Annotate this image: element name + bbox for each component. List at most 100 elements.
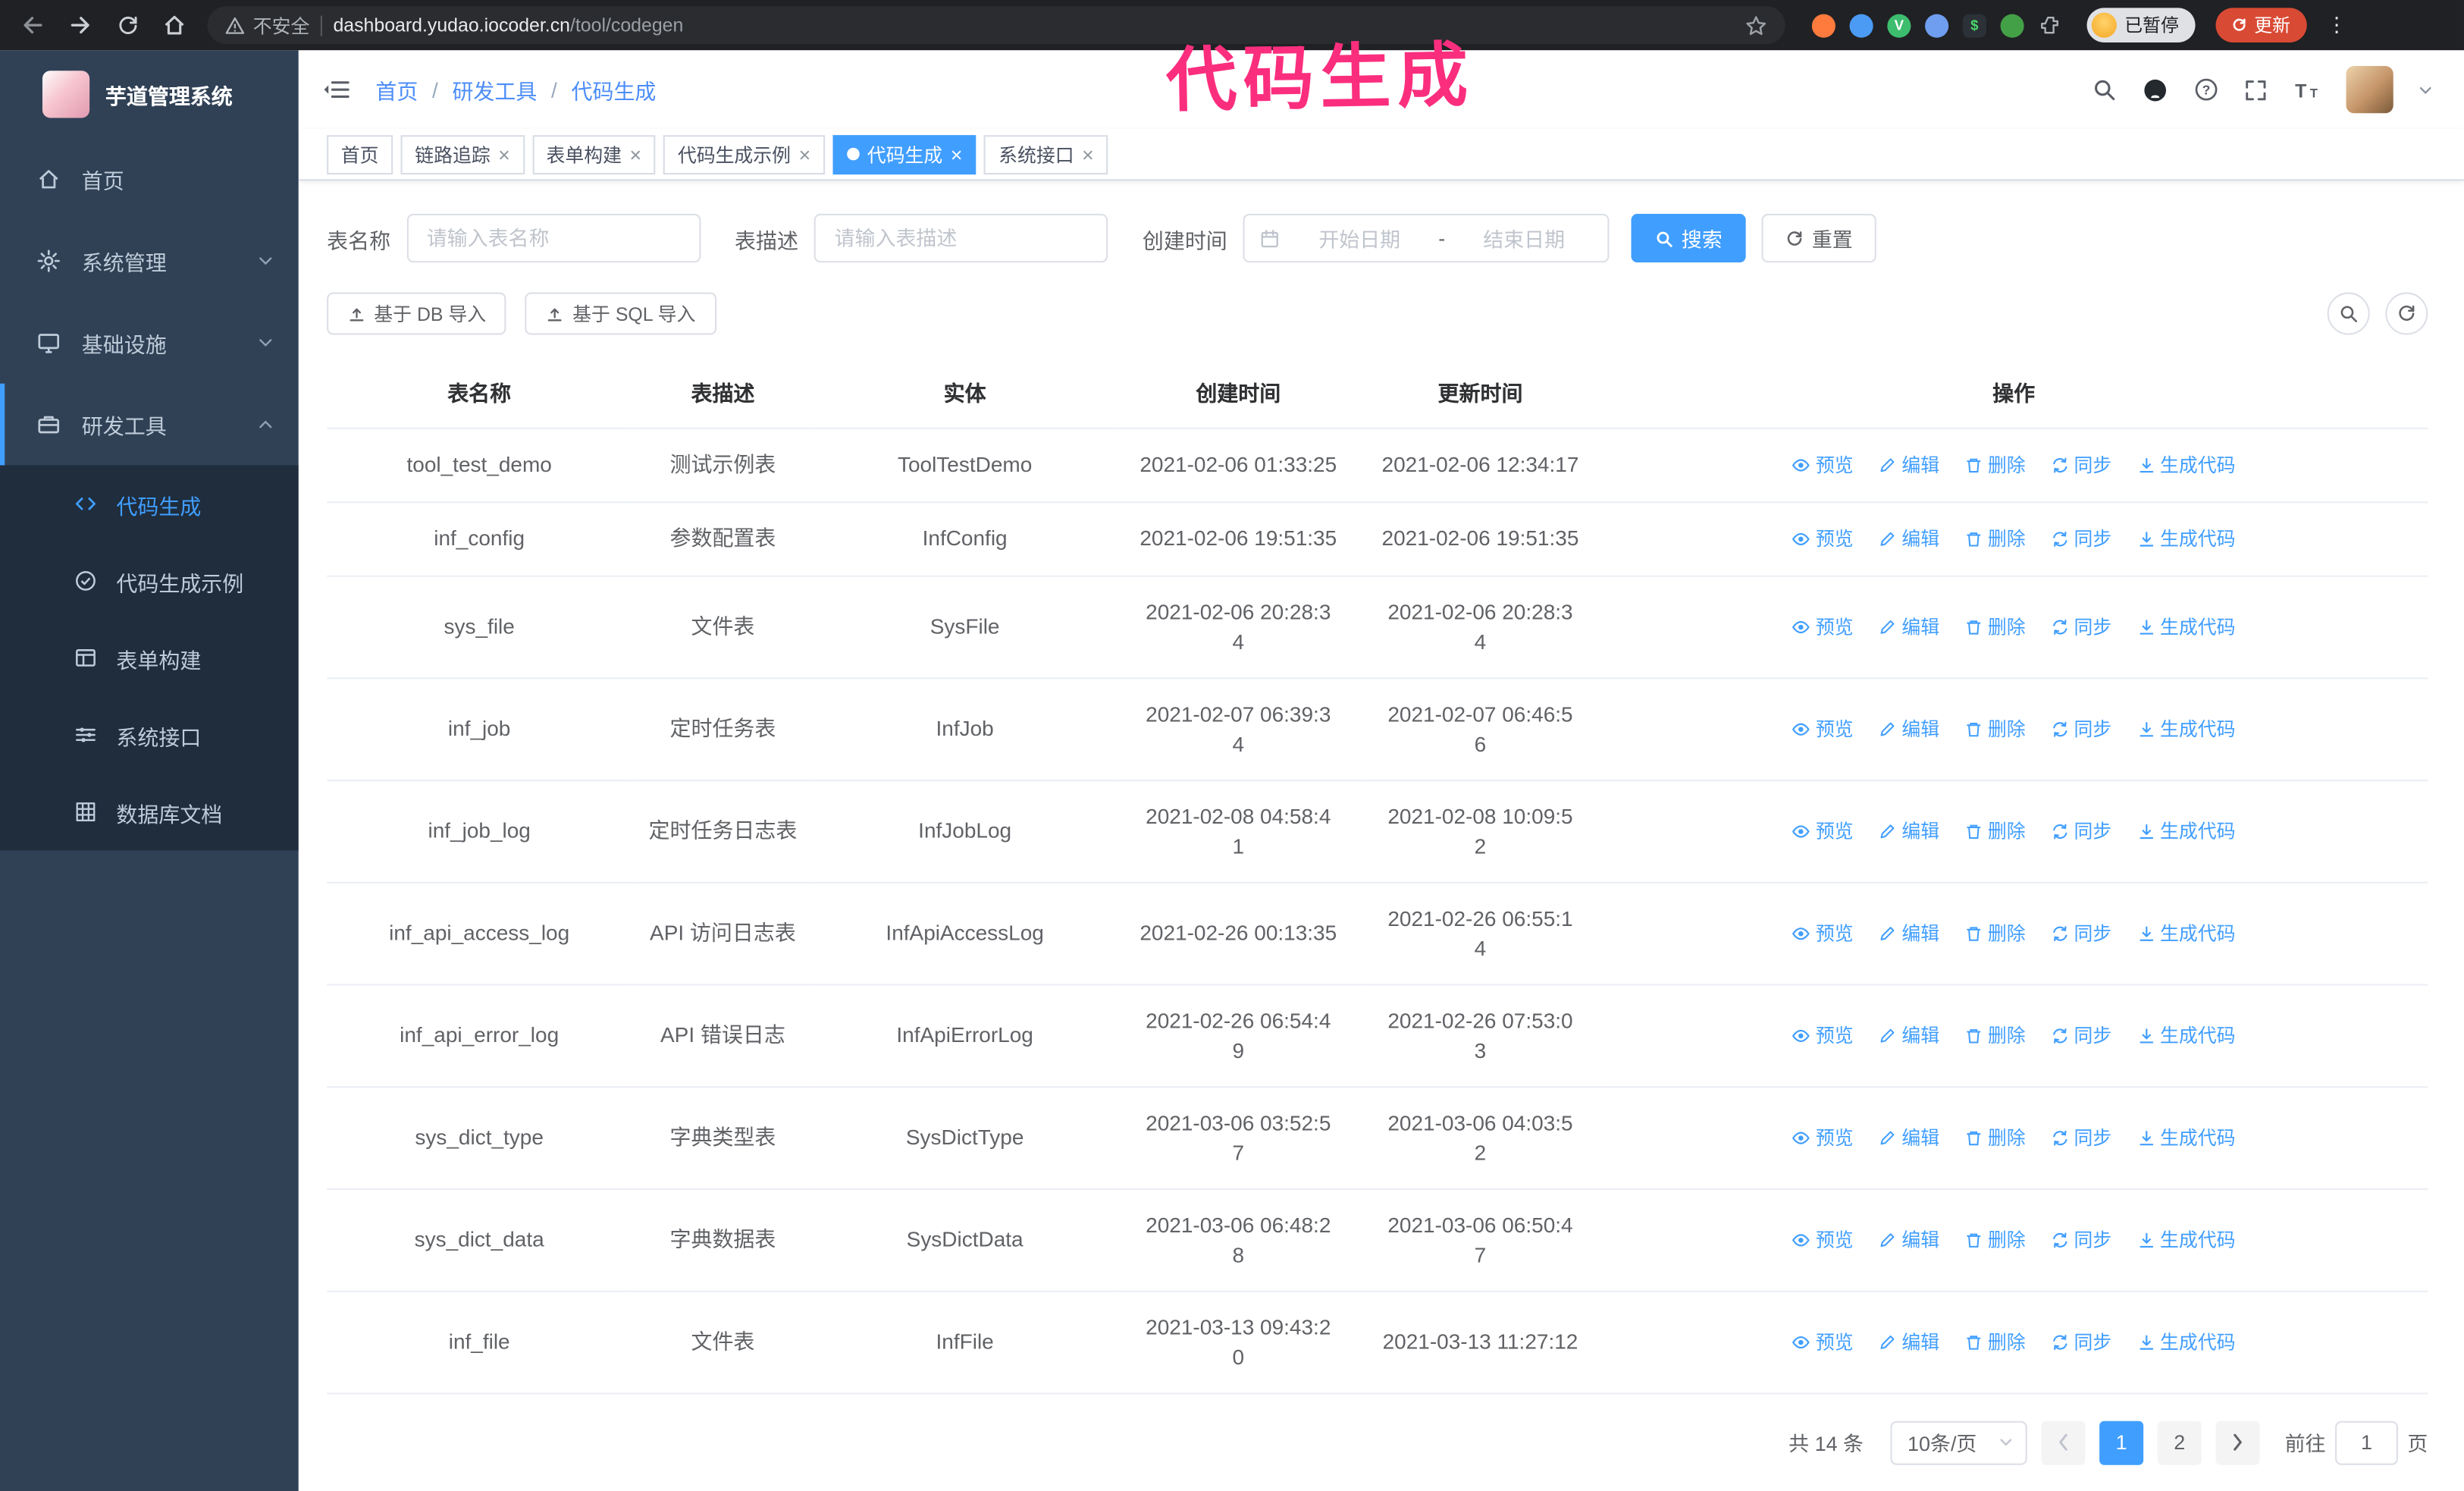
extension-icon[interactable]: V: [1887, 13, 1911, 37]
tab-form-builder[interactable]: 表单构建 ×: [531, 134, 656, 174]
address-bar[interactable]: 不安全 dashboard.yudao.iocoder.cn/tool/code…: [207, 6, 1785, 45]
extensions-puzzle-icon[interactable]: [2038, 14, 2061, 37]
toggle-search-button[interactable]: [2327, 292, 2370, 335]
preview-link[interactable]: 预览: [1792, 1022, 1854, 1051]
font-size-icon[interactable]: TT: [2293, 78, 2321, 102]
generate-code-link[interactable]: 生成代码: [2136, 817, 2236, 846]
preview-link[interactable]: 预览: [1792, 525, 1854, 554]
edit-link[interactable]: 编辑: [1878, 715, 1939, 745]
goto-page-input[interactable]: [2334, 1420, 2398, 1465]
table-desc-input[interactable]: [813, 213, 1108, 263]
delete-link[interactable]: 删除: [1964, 451, 2026, 481]
refresh-table-button[interactable]: [2385, 292, 2428, 335]
generate-code-link[interactable]: 生成代码: [2136, 1328, 2236, 1358]
generate-code-link[interactable]: 生成代码: [2136, 525, 2236, 554]
sync-link[interactable]: 同步: [2050, 613, 2111, 642]
generate-code-link[interactable]: 生成代码: [2136, 715, 2236, 745]
github-icon[interactable]: [2142, 77, 2168, 103]
next-page-button[interactable]: [2215, 1420, 2260, 1465]
page-button-1[interactable]: 1: [2099, 1420, 2144, 1465]
preview-link[interactable]: 预览: [1792, 613, 1854, 642]
close-icon[interactable]: ×: [498, 144, 510, 165]
tab-codegen[interactable]: 代码生成 ×: [832, 134, 977, 174]
edit-link[interactable]: 编辑: [1878, 525, 1939, 554]
tab-home[interactable]: 首页: [327, 134, 393, 174]
close-icon[interactable]: ×: [951, 144, 963, 165]
preview-link[interactable]: 预览: [1792, 715, 1854, 745]
sidebar-item-devtools[interactable]: 研发工具: [0, 383, 299, 466]
generate-code-link[interactable]: 生成代码: [2136, 919, 2236, 949]
sync-link[interactable]: 同步: [2050, 451, 2111, 481]
extension-icon[interactable]: [2000, 13, 2024, 37]
delete-link[interactable]: 删除: [1964, 919, 2026, 949]
edit-link[interactable]: 编辑: [1878, 613, 1939, 642]
sidebar-item-home[interactable]: 首页: [0, 138, 299, 220]
generate-code-link[interactable]: 生成代码: [2136, 613, 2236, 642]
sync-link[interactable]: 同步: [2050, 1328, 2111, 1358]
browser-home-icon[interactable]: [154, 5, 195, 46]
search-icon[interactable]: [2092, 77, 2117, 102]
browser-back-icon[interactable]: [13, 5, 54, 46]
sync-link[interactable]: 同步: [2050, 1022, 2111, 1051]
preview-link[interactable]: 预览: [1792, 919, 1854, 949]
reset-button[interactable]: 重置: [1761, 213, 1876, 263]
extension-icon[interactable]: [1925, 13, 1949, 37]
sync-link[interactable]: 同步: [2050, 919, 2111, 949]
extension-icon[interactable]: [1849, 13, 1873, 37]
preview-link[interactable]: 预览: [1792, 1124, 1854, 1154]
browser-forward-icon[interactable]: [60, 5, 101, 46]
preview-link[interactable]: 预览: [1792, 451, 1854, 481]
profile-chip[interactable]: 已暂停: [2086, 8, 2195, 42]
delete-link[interactable]: 删除: [1964, 1124, 2026, 1154]
delete-link[interactable]: 删除: [1964, 817, 2026, 846]
edit-link[interactable]: 编辑: [1878, 1328, 1939, 1358]
bookmark-star-icon[interactable]: [1745, 14, 1768, 37]
sync-link[interactable]: 同步: [2050, 1226, 2111, 1255]
browser-menu-icon[interactable]: ⋮: [2327, 13, 2347, 38]
page-button-2[interactable]: 2: [2157, 1420, 2202, 1465]
preview-link[interactable]: 预览: [1792, 1328, 1854, 1358]
date-range-picker[interactable]: 开始日期 - 结束日期: [1243, 213, 1610, 263]
delete-link[interactable]: 删除: [1964, 1022, 2026, 1051]
tab-api[interactable]: 系统接口 ×: [984, 134, 1108, 174]
edit-link[interactable]: 编辑: [1878, 919, 1939, 949]
sync-link[interactable]: 同步: [2050, 525, 2111, 554]
table-name-input[interactable]: [406, 213, 701, 263]
extension-icon[interactable]: $: [1962, 13, 1986, 37]
delete-link[interactable]: 删除: [1964, 1328, 2026, 1358]
edit-link[interactable]: 编辑: [1878, 817, 1939, 846]
search-button[interactable]: 搜索: [1631, 213, 1746, 263]
fullscreen-icon[interactable]: [2244, 78, 2268, 102]
close-icon[interactable]: ×: [629, 144, 641, 165]
generate-code-link[interactable]: 生成代码: [2136, 1226, 2236, 1255]
close-icon[interactable]: ×: [1082, 144, 1094, 165]
sidebar-item-codegen[interactable]: 代码生成: [0, 466, 299, 543]
edit-link[interactable]: 编辑: [1878, 1124, 1939, 1154]
page-size-select[interactable]: 10条/页: [1890, 1420, 2027, 1465]
delete-link[interactable]: 删除: [1964, 1226, 2026, 1255]
edit-link[interactable]: 编辑: [1878, 451, 1939, 481]
import-sql-button[interactable]: 基于 SQL 导入: [525, 292, 716, 335]
sidebar-item-db-doc[interactable]: 数据库文档: [0, 774, 299, 851]
sidebar-item-system[interactable]: 系统管理: [0, 220, 299, 302]
extension-icon[interactable]: [1811, 13, 1835, 37]
delete-link[interactable]: 删除: [1964, 715, 2026, 745]
avatar-caret-icon[interactable]: [2419, 84, 2433, 96]
sync-link[interactable]: 同步: [2050, 1124, 2111, 1154]
edit-link[interactable]: 编辑: [1878, 1022, 1939, 1051]
security-warning[interactable]: 不安全: [224, 12, 309, 39]
generate-code-link[interactable]: 生成代码: [2136, 451, 2236, 481]
help-icon[interactable]: ?: [2193, 77, 2218, 102]
sidebar-toggle-icon[interactable]: [322, 77, 350, 102]
prev-page-button[interactable]: [2041, 1420, 2086, 1465]
preview-link[interactable]: 预览: [1792, 817, 1854, 846]
sidebar-item-codegen-example[interactable]: 代码生成示例: [0, 542, 299, 620]
preview-link[interactable]: 预览: [1792, 1226, 1854, 1255]
update-button[interactable]: 更新: [2215, 8, 2306, 42]
generate-code-link[interactable]: 生成代码: [2136, 1124, 2236, 1154]
breadcrumb-devtools[interactable]: 研发工具: [452, 74, 537, 105]
delete-link[interactable]: 删除: [1964, 525, 2026, 554]
sidebar-item-api[interactable]: 系统接口: [0, 696, 299, 774]
sidebar-item-form-builder[interactable]: 表单构建: [0, 620, 299, 697]
tab-codegen-example[interactable]: 代码生成示例 ×: [663, 134, 825, 174]
